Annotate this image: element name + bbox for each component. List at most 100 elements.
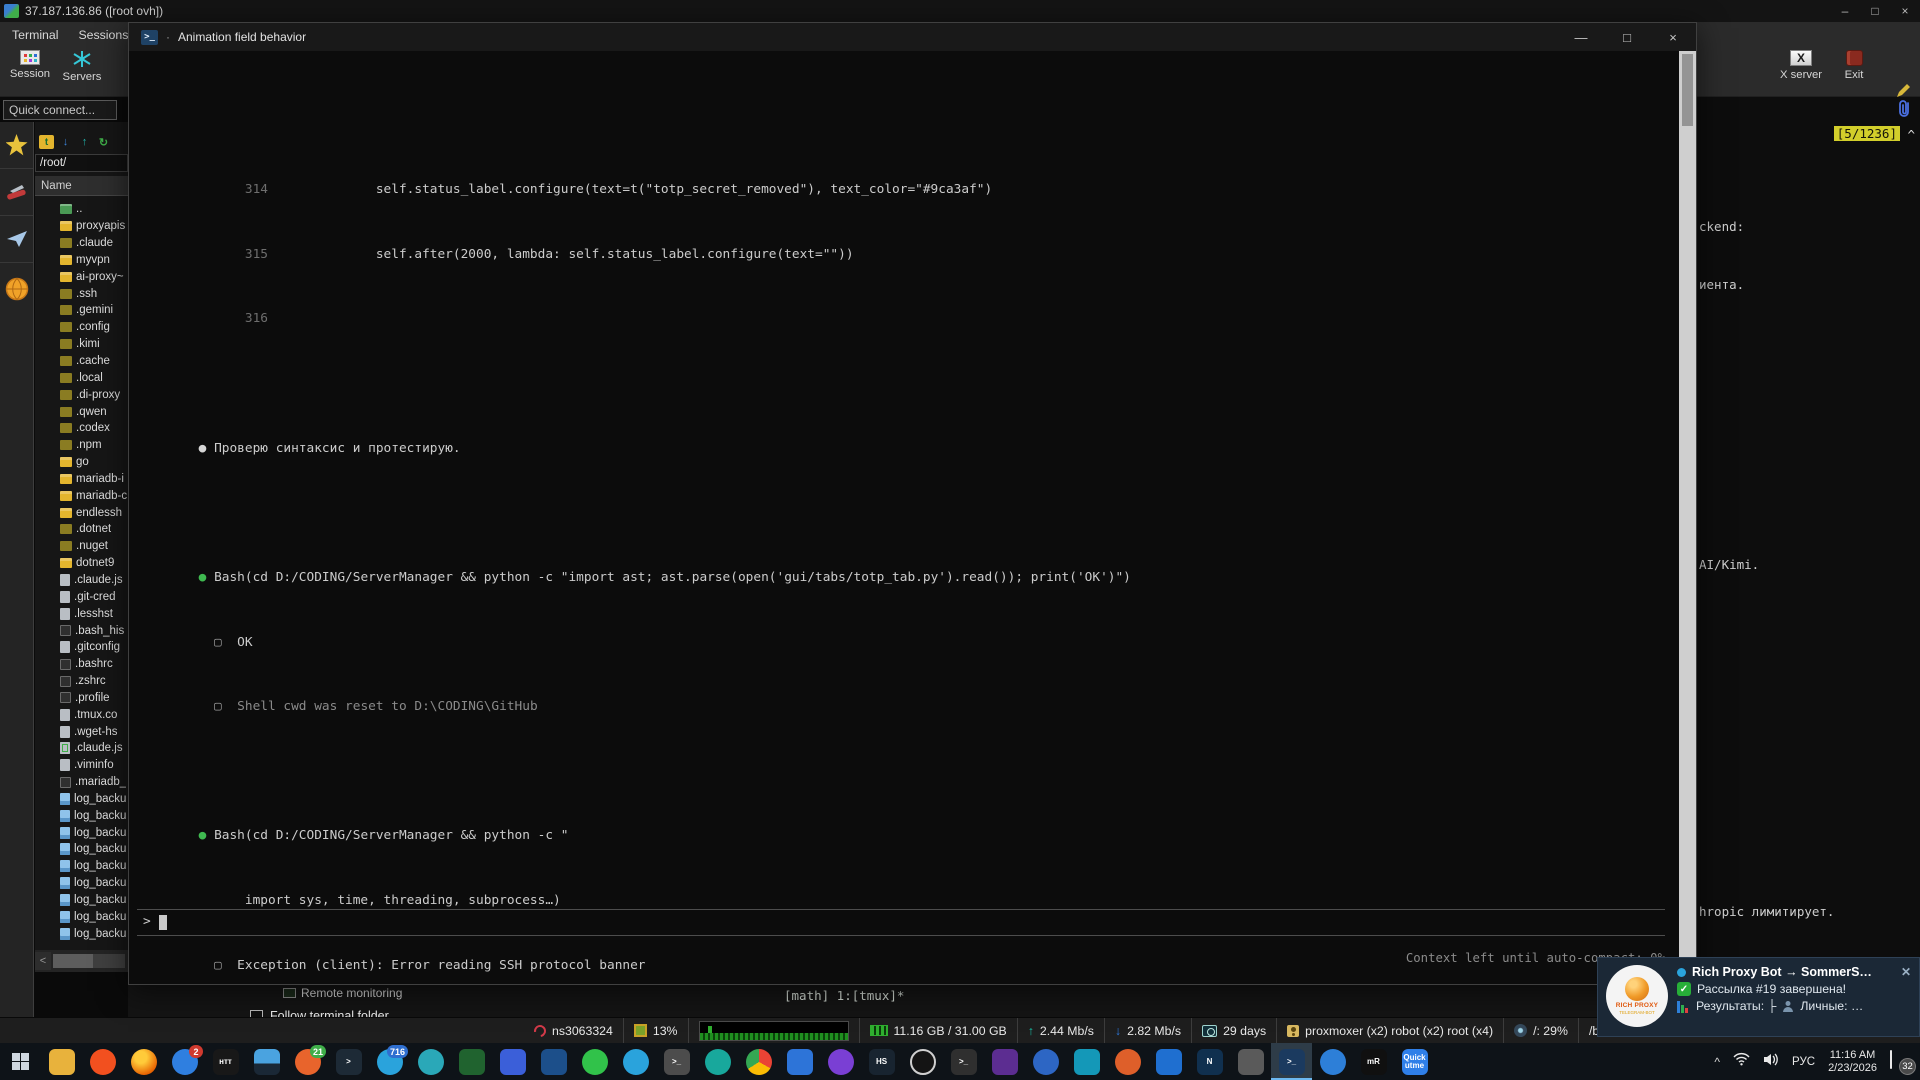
taskbar-app[interactable]	[779, 1043, 820, 1080]
maximize-icon[interactable]: □	[1860, 4, 1890, 18]
file-list-item[interactable]: .bashrc	[35, 656, 128, 673]
scrollbar-thumb[interactable]	[1682, 54, 1693, 126]
taskbar-app[interactable]: N	[1189, 1043, 1230, 1080]
terminal-titlebar[interactable]: >_ · Animation field behavior — □ ×	[129, 23, 1696, 51]
taskbar-app[interactable]: >_	[1271, 1043, 1312, 1080]
session-button[interactable]: Session	[4, 50, 56, 80]
tray-expand-icon[interactable]: ^	[1714, 1055, 1720, 1069]
taskbar-app[interactable]	[1107, 1043, 1148, 1080]
tools-button[interactable]	[0, 169, 33, 216]
taskbar-app[interactable]	[492, 1043, 533, 1080]
taskbar-app[interactable]: Quick utme	[1394, 1043, 1435, 1080]
file-list-item[interactable]: log_backu	[35, 858, 128, 875]
language-indicator[interactable]: РУС	[1792, 1056, 1815, 1068]
taskbar-app[interactable]	[820, 1043, 861, 1080]
file-list-item[interactable]: .local	[35, 369, 128, 386]
taskbar-app[interactable]: 716	[369, 1043, 410, 1080]
file-list-item[interactable]: .nuget	[35, 538, 128, 555]
terminal-scrollbar[interactable]	[1679, 51, 1696, 984]
file-list-item[interactable]: log_backu	[35, 908, 128, 925]
favorites-button[interactable]	[0, 122, 33, 169]
maximize-icon[interactable]: □	[1604, 23, 1650, 51]
path-input[interactable]: /root/	[35, 154, 128, 172]
file-list-item[interactable]: ..	[35, 201, 128, 218]
taskbar-app[interactable]	[697, 1043, 738, 1080]
taskbar-app[interactable]	[574, 1043, 615, 1080]
taskbar-app[interactable]: >	[328, 1043, 369, 1080]
taskbar-app[interactable]	[1230, 1043, 1271, 1080]
taskbar-app[interactable]	[738, 1043, 779, 1080]
file-list-item[interactable]: myvpn	[35, 252, 128, 269]
file-list-item[interactable]: .lesshst	[35, 605, 128, 622]
file-list-header[interactable]: Name	[35, 176, 128, 196]
notification-center-button[interactable]: 32	[1890, 1051, 1912, 1073]
taskbar-app[interactable]: mR	[1353, 1043, 1394, 1080]
file-list-item[interactable]: .gemini	[35, 302, 128, 319]
file-list-item[interactable]: .codex	[35, 420, 128, 437]
file-list-item[interactable]: .kimi	[35, 336, 128, 353]
close-icon[interactable]: ×	[1890, 4, 1920, 18]
taskbar-app[interactable]: нтт	[205, 1043, 246, 1080]
minimize-icon[interactable]: –	[1830, 4, 1860, 18]
file-list-item[interactable]: log_backu	[35, 892, 128, 909]
file-list-item[interactable]: log_backu	[35, 791, 128, 808]
file-list-item[interactable]: .claude.js	[35, 740, 128, 757]
taskbar-app[interactable]: 21	[287, 1043, 328, 1080]
refresh-icon[interactable]: ↻	[96, 135, 111, 149]
xserver-button[interactable]: X X server	[1775, 50, 1827, 81]
notification-popup[interactable]: RICH PROXY TELEGRAM-BOT Rich Proxy Bot →…	[1597, 957, 1920, 1037]
close-icon[interactable]: ×	[1650, 23, 1696, 51]
file-list-item[interactable]: .qwen	[35, 403, 128, 420]
taskbar-app[interactable]: >_	[943, 1043, 984, 1080]
file-list-item[interactable]: mariadb-i	[35, 471, 128, 488]
start-button[interactable]	[0, 1043, 41, 1080]
volume-icon[interactable]	[1763, 1053, 1779, 1071]
wifi-icon[interactable]	[1733, 1052, 1750, 1071]
remote-monitoring-button[interactable]: Remote monitoring	[283, 986, 402, 1000]
taskbar-app[interactable]	[451, 1043, 492, 1080]
taskbar-app[interactable]	[615, 1043, 656, 1080]
file-list-item[interactable]: log_backu	[35, 824, 128, 841]
file-list-item[interactable]: .profile	[35, 689, 128, 706]
menu-item[interactable]: Terminal	[12, 28, 58, 42]
folder-up-icon[interactable]: t	[39, 135, 54, 149]
file-list-item[interactable]: .di-proxy	[35, 386, 128, 403]
file-list-item[interactable]: ai-proxy~	[35, 268, 128, 285]
scrollbar-thumb[interactable]	[53, 954, 93, 968]
taskbar-app[interactable]	[82, 1043, 123, 1080]
file-list-item[interactable]: .mariadb_	[35, 774, 128, 791]
scrollbar-track[interactable]	[53, 954, 125, 968]
file-list-item[interactable]: .dotnet	[35, 521, 128, 538]
file-list-item[interactable]: .cache	[35, 353, 128, 370]
menu-item[interactable]: Sessions	[78, 28, 128, 42]
mobaxterm-titlebar[interactable]: 37.187.136.86 ([root ovh]) – □ ×	[0, 0, 1920, 22]
file-list-item[interactable]: log_backu	[35, 875, 128, 892]
file-list-item[interactable]: dotnet9	[35, 555, 128, 572]
taskbar-app[interactable]: >_	[656, 1043, 697, 1080]
taskbar-app[interactable]: 2	[164, 1043, 205, 1080]
file-list-item[interactable]: .ssh	[35, 285, 128, 302]
taskbar-app[interactable]	[1025, 1043, 1066, 1080]
scroll-up-icon[interactable]: ^	[1907, 127, 1915, 142]
upload-icon[interactable]: ↑	[77, 135, 92, 149]
taskbar-app[interactable]	[41, 1043, 82, 1080]
taskbar-app[interactable]	[123, 1043, 164, 1080]
file-list-item[interactable]: .npm	[35, 437, 128, 454]
download-icon[interactable]: ↓	[58, 135, 73, 149]
quick-connect-input[interactable]: Quick connect...	[3, 100, 117, 120]
exit-button[interactable]: Exit	[1828, 50, 1880, 81]
file-list-item[interactable]: endlessh	[35, 504, 128, 521]
minimize-icon[interactable]: —	[1558, 23, 1604, 51]
file-list-item[interactable]: .config	[35, 319, 128, 336]
servers-button[interactable]: Servers	[56, 50, 108, 83]
taskbar-app[interactable]	[246, 1043, 287, 1080]
file-list-hscrollbar[interactable]: <	[35, 950, 128, 972]
file-list-item[interactable]: .claude	[35, 235, 128, 252]
file-list-item[interactable]: .wget-hs	[35, 723, 128, 740]
taskbar-app[interactable]	[1312, 1043, 1353, 1080]
file-list-item[interactable]: log_backu	[35, 925, 128, 942]
send-button[interactable]	[0, 216, 33, 263]
clock[interactable]: 11:16 AM 2/23/2026	[1828, 1049, 1877, 1075]
browser-dock-button[interactable]	[0, 277, 33, 301]
file-list-item[interactable]: log_backu	[35, 841, 128, 858]
